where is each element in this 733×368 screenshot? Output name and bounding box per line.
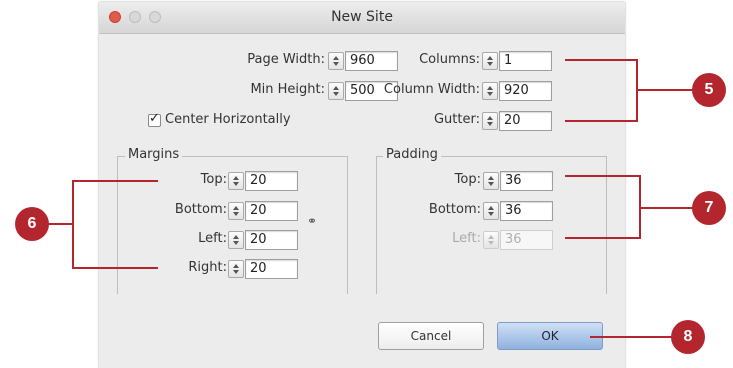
min-height-label: Min Height: bbox=[250, 82, 325, 97]
callout-6-line-bottom bbox=[72, 267, 158, 269]
padding-bottom-label: Bottom: bbox=[428, 202, 481, 217]
callout-5: 5 bbox=[692, 73, 726, 107]
margin-left-stepper[interactable] bbox=[228, 231, 244, 249]
cancel-button[interactable]: Cancel bbox=[378, 322, 484, 350]
margin-right-stepper[interactable] bbox=[228, 260, 244, 278]
callout-6-pointer bbox=[46, 223, 73, 225]
callout-5-pointer bbox=[638, 89, 694, 91]
column-width-label: Column Width: bbox=[383, 82, 480, 97]
margin-right-label: Right: bbox=[188, 260, 227, 275]
callout-5-line-top bbox=[565, 59, 638, 61]
center-horizontally-checkbox[interactable]: ✓ bbox=[148, 111, 161, 127]
page-width-input[interactable]: 960 bbox=[345, 51, 398, 71]
padding-bottom-stepper[interactable] bbox=[483, 202, 499, 220]
callout-6-line-top bbox=[72, 180, 158, 182]
callout-5-line-bottom bbox=[565, 120, 638, 122]
title-bar: New Site bbox=[99, 2, 625, 34]
margin-left-label: Left: bbox=[198, 231, 227, 246]
new-site-dialog: New Site Page Width: 960 Min Height: 500… bbox=[99, 2, 625, 368]
padding-top-input[interactable]: 36 bbox=[500, 171, 553, 191]
margin-left-input[interactable]: 20 bbox=[245, 230, 298, 250]
chain-link-icon[interactable]: ⚭ bbox=[307, 214, 317, 228]
margin-top-label: Top: bbox=[200, 172, 227, 187]
margins-title: Margins bbox=[125, 147, 183, 162]
gutter-stepper[interactable] bbox=[482, 112, 498, 130]
margin-bottom-input[interactable]: 20 bbox=[245, 201, 298, 221]
column-width-input[interactable]: 920 bbox=[499, 81, 552, 101]
callout-7: 7 bbox=[692, 191, 726, 225]
padding-left-input: 36 bbox=[500, 230, 553, 250]
callout-7-line-top bbox=[565, 175, 641, 177]
columns-stepper[interactable] bbox=[482, 52, 498, 70]
callout-8-pointer bbox=[590, 336, 674, 338]
callout-8: 8 bbox=[671, 320, 705, 354]
callout-7-line-bottom bbox=[565, 237, 641, 239]
padding-left-label: Left: bbox=[452, 231, 481, 246]
column-width-stepper[interactable] bbox=[482, 82, 498, 100]
min-height-stepper[interactable] bbox=[328, 82, 344, 100]
columns-input[interactable]: 1 bbox=[499, 51, 552, 71]
margin-bottom-label: Bottom: bbox=[174, 202, 227, 217]
margin-top-input[interactable]: 20 bbox=[245, 171, 298, 191]
callout-6: 6 bbox=[15, 207, 49, 241]
gutter-label: Gutter: bbox=[433, 112, 480, 127]
padding-title: Padding bbox=[383, 147, 441, 162]
padding-bottom-input[interactable]: 36 bbox=[500, 201, 553, 221]
checkmark-icon: ✓ bbox=[149, 111, 160, 126]
center-horizontally-label: Center Horizontally bbox=[165, 112, 291, 127]
padding-left-stepper bbox=[483, 231, 499, 249]
columns-label: Columns: bbox=[419, 52, 480, 67]
margin-bottom-stepper[interactable] bbox=[228, 202, 244, 220]
margin-top-stepper[interactable] bbox=[228, 172, 244, 190]
margin-right-input[interactable]: 20 bbox=[245, 259, 298, 279]
page-width-stepper[interactable] bbox=[328, 52, 344, 70]
callout-7-pointer bbox=[641, 207, 695, 209]
page-width-label: Page Width: bbox=[247, 52, 325, 67]
window-title: New Site bbox=[331, 9, 393, 25]
ok-button[interactable]: OK bbox=[497, 322, 603, 350]
gutter-input[interactable]: 20 bbox=[499, 111, 552, 131]
padding-top-stepper[interactable] bbox=[483, 172, 499, 190]
padding-top-label: Top: bbox=[454, 172, 481, 187]
